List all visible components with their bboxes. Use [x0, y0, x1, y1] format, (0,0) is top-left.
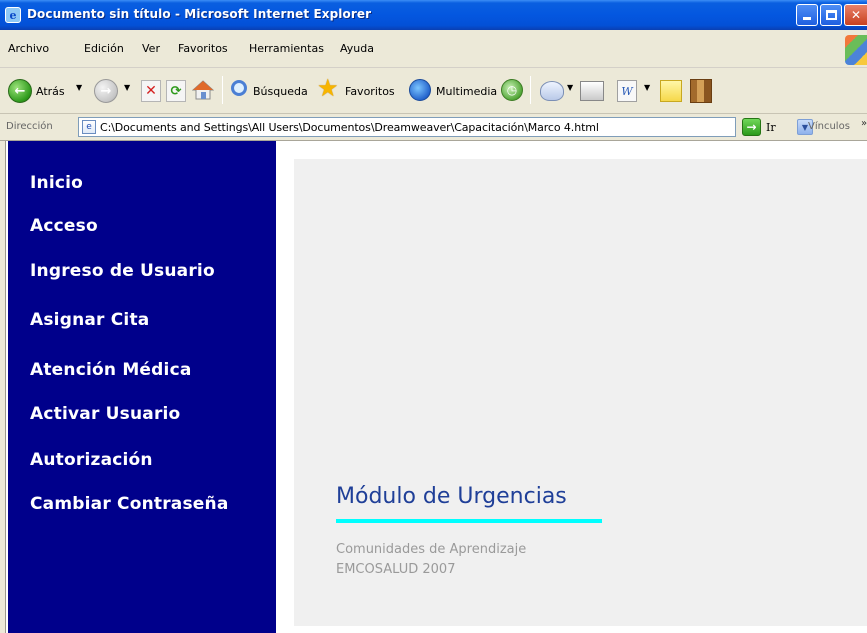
forward-dropdown-icon[interactable]: ▼ [124, 83, 130, 92]
nav-link-activar-usuario[interactable]: Activar Usuario [30, 404, 180, 424]
window-title-bar[interactable]: e Documento sin título - Microsoft Inter… [0, 0, 867, 30]
internet-explorer-icon: e [5, 7, 21, 23]
stop-icon[interactable]: ✕ [141, 80, 161, 102]
minimize-icon [803, 17, 811, 20]
minimize-button[interactable] [796, 4, 818, 26]
favorites-star-icon[interactable]: ★ [317, 76, 339, 100]
mail-dropdown-icon[interactable]: ▼ [567, 83, 573, 92]
title-underline [336, 519, 602, 523]
links-chevron-icon[interactable]: » [861, 118, 867, 129]
research-books-icon[interactable] [690, 79, 712, 103]
menu-ayuda[interactable]: Ayuda [340, 42, 374, 55]
go-arrow-icon[interactable]: → [742, 118, 761, 136]
nav-link-inicio[interactable]: Inicio [30, 173, 83, 193]
edit-word-icon[interactable]: W [617, 80, 637, 102]
search-button-label[interactable]: Búsqueda [253, 85, 308, 98]
module-title: Módulo de Urgencias [336, 484, 567, 509]
subtitle-line-1: Comunidades de Aprendizaje [336, 542, 527, 557]
page-icon: e [82, 120, 96, 134]
search-icon[interactable] [231, 80, 247, 96]
close-button[interactable]: ✕ [844, 4, 867, 26]
menu-bar: Archivo Edición Ver Favoritos Herramient… [0, 30, 867, 68]
windows-logo-icon [845, 35, 867, 65]
toolbar-separator [530, 76, 531, 104]
refresh-icon[interactable]: ⟳ [166, 80, 186, 102]
menu-edicion[interactable]: Edición [84, 42, 124, 55]
window-title: Documento sin título - Microsoft Interne… [27, 7, 372, 21]
menu-ver[interactable]: Ver [142, 42, 160, 55]
home-icon[interactable] [192, 79, 214, 101]
back-dropdown-icon[interactable]: ▼ [76, 83, 82, 92]
maximize-icon [825, 10, 837, 20]
standard-toolbar: ← Atrás ▼ → ▼ ✕ ⟳ Búsqueda ★ Favoritos M… [0, 68, 867, 114]
forward-arrow-icon[interactable]: → [94, 79, 118, 103]
links-label[interactable]: Vínculos [808, 121, 850, 132]
menu-archivo[interactable]: Archivo [8, 42, 49, 55]
go-button-label[interactable]: Ir [766, 121, 776, 134]
address-value[interactable]: C:\Documents and Settings\All Users\Docu… [100, 121, 599, 134]
history-icon[interactable]: ◷ [501, 79, 523, 101]
discuss-note-icon[interactable] [660, 80, 682, 102]
nav-link-atencion-medica[interactable]: Atención Médica [30, 360, 192, 380]
toolbar-separator [222, 76, 223, 104]
page-content: Inicio Acceso Ingreso de Usuario Asignar… [0, 141, 867, 633]
menu-favoritos[interactable]: Favoritos [178, 42, 228, 55]
address-input[interactable]: e C:\Documents and Settings\All Users\Do… [78, 117, 813, 137]
main-frame: Módulo de Urgencias Comunidades de Apren… [294, 159, 867, 626]
address-bar: Dirección e C:\Documents and Settings\Al… [0, 114, 867, 141]
close-icon: ✕ [850, 8, 862, 22]
mail-icon[interactable] [540, 81, 564, 101]
nav-link-asignar-cita[interactable]: Asignar Cita [30, 310, 149, 330]
nav-link-autorizacion[interactable]: Autorización [30, 450, 153, 470]
media-icon[interactable] [409, 79, 431, 101]
back-button-label[interactable]: Atrás [36, 85, 65, 98]
nav-link-acceso[interactable]: Acceso [30, 216, 98, 236]
menu-herramientas[interactable]: Herramientas [249, 42, 324, 55]
nav-link-cambiar-contrasena[interactable]: Cambiar Contraseña [30, 494, 229, 514]
nav-link-ingreso-de-usuario[interactable]: Ingreso de Usuario [30, 261, 215, 281]
address-label: Dirección [6, 121, 53, 132]
print-icon[interactable] [580, 81, 604, 101]
maximize-button[interactable] [820, 4, 842, 26]
favorites-button-label[interactable]: Favoritos [345, 85, 395, 98]
edit-dropdown-icon[interactable]: ▼ [644, 83, 650, 92]
navigation-frame: Inicio Acceso Ingreso de Usuario Asignar… [8, 141, 276, 633]
subtitle-line-2: EMCOSALUD 2007 [336, 562, 456, 577]
back-arrow-icon[interactable]: ← [8, 79, 32, 103]
media-button-label[interactable]: Multimedia [436, 85, 497, 98]
frame-border [0, 141, 6, 633]
